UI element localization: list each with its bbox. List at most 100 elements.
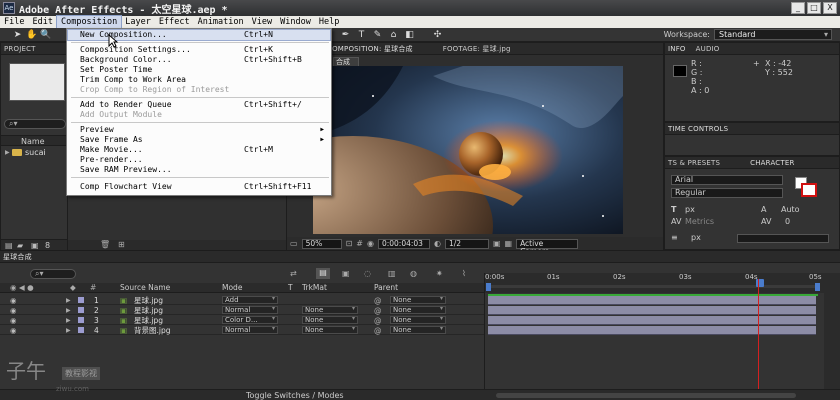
menu-save-frame-as[interactable]: Save Frame As ▶	[68, 135, 330, 145]
interpret-footage-icon[interactable]: ▤	[5, 241, 13, 250]
project-tab[interactable]: PROJECT	[1, 43, 67, 55]
snapshot-camera-icon[interactable]: ◉	[367, 239, 374, 248]
show-channel-icon[interactable]: ◐	[434, 239, 441, 248]
close-button[interactable]: X	[823, 2, 837, 14]
kerning-value[interactable]: Metrics	[685, 217, 714, 226]
menu-background-color[interactable]: Background Color... Ctrl+Shift+B	[68, 55, 330, 65]
toggle-switches-modes-button[interactable]: Toggle Switches / Modes	[246, 391, 344, 400]
menu-animation[interactable]: Animation	[194, 16, 248, 28]
menu-save-ram-preview[interactable]: Save RAM Preview...	[68, 165, 330, 175]
safe-margins-icon[interactable]: ⊡	[346, 239, 353, 248]
layer-name[interactable]: 星球.jpg	[134, 316, 163, 325]
trkmat-select[interactable]: None	[302, 326, 358, 334]
grid-icon[interactable]: #	[356, 239, 363, 248]
layer-name[interactable]: 星球.jpg	[134, 306, 163, 315]
brush-tool-icon[interactable]: ✎	[372, 30, 383, 40]
menu-composition[interactable]: Composition	[55, 15, 123, 29]
pickwhip-icon[interactable]: @	[374, 306, 382, 315]
layer-name[interactable]: 星球.jpg	[134, 296, 163, 305]
layer-row-3[interactable]: ◉ ▶ 3 ▣ 星球.jpg Color D... None @ None	[0, 316, 484, 325]
expand-arrow-icon[interactable]: ▶	[66, 326, 71, 335]
pickwhip-icon[interactable]: @	[374, 316, 382, 325]
maximize-button[interactable]: □	[807, 2, 821, 14]
flowchart-icon[interactable]: ⊞	[118, 240, 125, 249]
parent-select[interactable]: None	[390, 306, 446, 314]
frame-blending-icon[interactable]: ▥	[388, 269, 396, 278]
label-color-swatch[interactable]	[78, 317, 84, 323]
layer-row-4[interactable]: ◉ ▶ 4 ▣ 背景图.jpg Normal None @ None	[0, 326, 484, 335]
always-preview-icon[interactable]: ▭	[290, 239, 298, 248]
axis-icon[interactable]: ✣	[432, 30, 443, 40]
layer-number-icon[interactable]: #	[90, 283, 96, 292]
source-name-header[interactable]: Source Name	[120, 283, 170, 292]
layer-track-2[interactable]	[488, 306, 816, 315]
menu-window[interactable]: Window	[276, 16, 315, 28]
expand-arrow-icon[interactable]: ▶	[66, 306, 71, 315]
av-features-icon[interactable]: ◉ ◀ ●	[10, 283, 34, 292]
name-column-header[interactable]: Name	[21, 137, 45, 146]
graph-editor-icon[interactable]: ⌇	[462, 269, 466, 278]
audio-tab[interactable]: AUDIO	[696, 45, 720, 53]
trkmat-select[interactable]: None	[302, 316, 358, 324]
parent-header[interactable]: Parent	[374, 283, 398, 292]
mode-select[interactable]: Normal	[222, 306, 278, 314]
menu-view[interactable]: View	[248, 16, 276, 28]
comp-viewer-canvas[interactable]	[313, 66, 623, 234]
stroke-style-select[interactable]	[737, 234, 829, 243]
label-color-swatch[interactable]	[78, 327, 84, 333]
workspace-select[interactable]: Standard	[714, 29, 832, 40]
folder-row[interactable]: ▶ sucai	[5, 148, 67, 158]
visibility-eye-icon[interactable]: ◉	[10, 316, 17, 325]
timeline-search-input[interactable]: ⌕▾	[30, 269, 76, 279]
font-size-unit[interactable]: px	[685, 205, 695, 214]
trkmat-select[interactable]: None	[302, 306, 358, 314]
comp-mini-flowchart-icon[interactable]: ⇄	[290, 269, 297, 278]
timeline-tab[interactable]: 星球合成	[3, 252, 32, 262]
font-family-select[interactable]: Arial	[671, 175, 783, 185]
character-tab[interactable]: CHARACTER	[750, 159, 794, 167]
timeline-scrollbar[interactable]	[824, 273, 840, 389]
minimize-button[interactable]: _	[791, 2, 805, 14]
work-area-end-handle[interactable]	[815, 283, 820, 291]
layer-name[interactable]: 背景图.jpg	[134, 326, 171, 335]
label-color-swatch[interactable]	[78, 307, 84, 313]
text-tool-icon[interactable]: T	[356, 30, 367, 40]
work-area-bar[interactable]	[489, 285, 819, 288]
parent-select[interactable]: None	[390, 326, 446, 334]
label-icon[interactable]: ◆	[70, 283, 76, 292]
menu-trim-comp[interactable]: Trim Comp to Work Area	[68, 75, 330, 85]
zoom-tool-icon[interactable]: 🔍	[40, 30, 51, 40]
live-update-icon[interactable]: ▤	[316, 268, 330, 279]
t-header[interactable]: T	[288, 283, 293, 292]
menu-effect[interactable]: Effect	[155, 16, 194, 28]
pickwhip-icon[interactable]: @	[374, 296, 382, 305]
expand-arrow-icon[interactable]: ▶	[66, 316, 71, 325]
delete-icon[interactable]: 🗑	[100, 240, 110, 249]
mode-select[interactable]: Color D...	[222, 316, 278, 324]
effects-presets-tab[interactable]: TS & PRESETS	[668, 159, 720, 167]
transparency-grid-icon[interactable]: ▦	[505, 239, 513, 248]
visibility-eye-icon[interactable]: ◉	[10, 296, 17, 305]
pen-tool-icon[interactable]: ✒	[340, 30, 351, 40]
font-style-select[interactable]: Regular	[671, 188, 783, 198]
layer-track-3[interactable]	[488, 316, 816, 325]
time-ruler[interactable]: 0:00s 01s 02s 03s 04s 05s	[484, 273, 824, 293]
brainstorm-icon[interactable]: ✷	[436, 269, 443, 278]
menu-file[interactable]: File	[0, 16, 28, 28]
time-controls-tab[interactable]: TIME CONTROLS	[668, 125, 728, 133]
menu-add-render-queue[interactable]: Add to Render Queue Ctrl+Shift+/	[68, 100, 330, 110]
selection-tool-icon[interactable]: ➤	[12, 30, 23, 40]
camera-select[interactable]: Active Camera	[516, 238, 579, 255]
project-search-input[interactable]: ⌕▾	[4, 119, 66, 129]
menu-set-poster-time[interactable]: Set Poster Time	[68, 65, 330, 75]
menu-preview[interactable]: Preview ▶	[68, 125, 330, 135]
resolution-select[interactable]: 1/2	[444, 238, 489, 249]
layer-track-1[interactable]	[488, 296, 816, 305]
layer-row-1[interactable]: ◉ ▶ 1 ▣ 星球.jpg Add @ None	[0, 296, 484, 305]
pickwhip-icon[interactable]: @	[374, 326, 382, 335]
expand-arrow-icon[interactable]: ▶	[66, 296, 71, 305]
menu-layer[interactable]: Layer	[121, 16, 155, 28]
zoom-slider[interactable]	[496, 393, 796, 398]
layer-track-4[interactable]	[488, 326, 816, 335]
hide-shy-icon[interactable]: ◌	[364, 269, 371, 278]
